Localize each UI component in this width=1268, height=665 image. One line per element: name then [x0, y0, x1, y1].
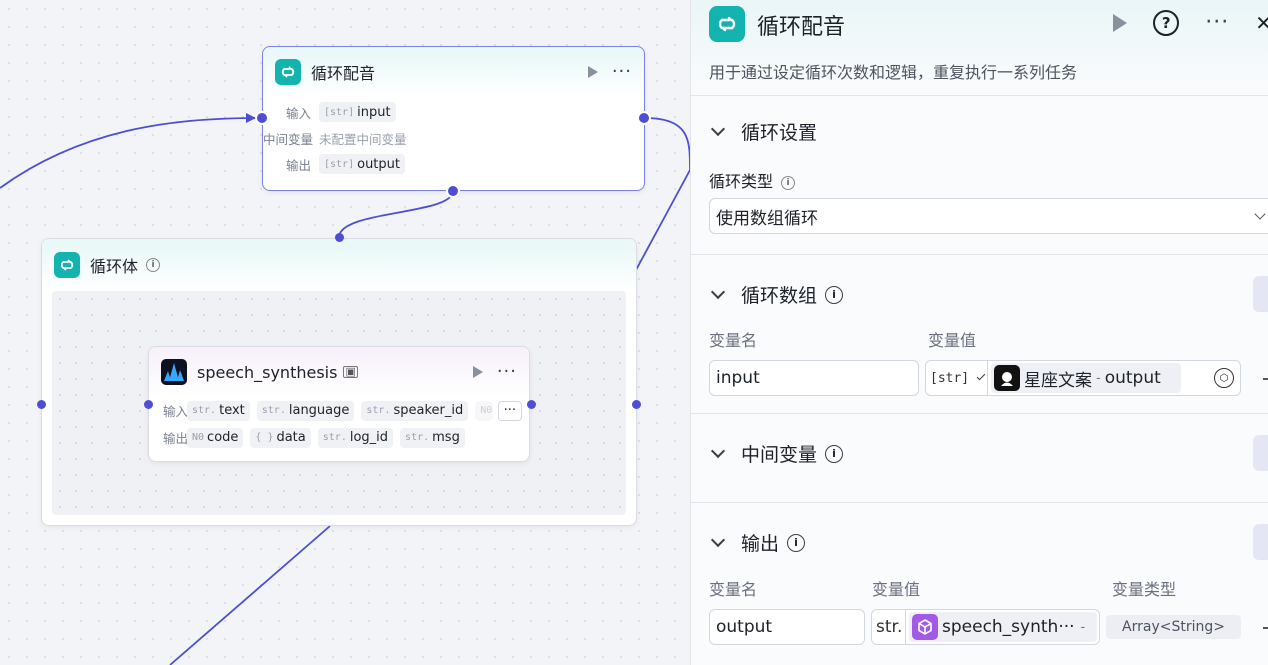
speech-input-port[interactable] [144, 400, 153, 409]
loop-node-title: 循环配音 [311, 64, 376, 83]
speech-synthesis-node[interactable]: speech_synthesis ▣ ··· 输入 str. text str. l… [148, 346, 530, 462]
variable-picker-icon[interactable]: ⬡ [1214, 368, 1234, 388]
info-icon[interactable]: i [781, 175, 796, 190]
panel-title[interactable]: 循环配音 [757, 9, 845, 41]
output-toggle[interactable]: 输出 i [709, 529, 806, 556]
output-param-chip: str. log_id [317, 427, 394, 448]
output-var-type-badge: Array<String> [1106, 615, 1241, 639]
loop-node[interactable]: 循环配音 ··· 输入 [str] input 中间变量 未配置中间变量 输出 [… [262, 46, 645, 191]
info-icon[interactable]: i [825, 444, 844, 463]
info-icon[interactable]: i [787, 533, 806, 552]
loop-node-body-port[interactable] [446, 184, 460, 198]
plugin-cube-icon [912, 614, 938, 640]
speech-output-row: 输出 N0 code { } data str. log_id str. msg [149, 424, 529, 451]
loop-icon [54, 252, 80, 278]
loop-icon [709, 6, 745, 42]
loop-node-input-port[interactable] [255, 111, 269, 125]
loop-body-header: 循环体 i [42, 239, 636, 291]
edge-start-to-loop [0, 117, 257, 189]
output-var-name-input[interactable]: output [709, 609, 865, 645]
mid-vars-toggle[interactable]: 中间变量 i [709, 440, 844, 467]
add-output-button[interactable] [1253, 524, 1268, 560]
loop-node-mid-row: 中间变量 未配置中间变量 [263, 131, 407, 147]
array-var-name-input[interactable]: input [709, 360, 919, 396]
close-icon[interactable]: ✕ [1255, 11, 1268, 35]
loop-node-input-row: 输入 [str] input [263, 99, 644, 125]
node-config-panel: 循环配音 ? ··· ✕ 用于通过设定循环次数和逻辑，重复执行一系列任务 循环设… [690, 0, 1268, 665]
variable-reference-chip[interactable]: 星座文案 - output [991, 363, 1181, 393]
speech-node-header: speech_synthesis ▣ ··· [149, 347, 529, 397]
output-param-chip: [str] output [319, 154, 405, 174]
panel-header: 循环配音 ? ··· ✕ 用于通过设定循环次数和逻辑，重复执行一系列任务 [691, 0, 1268, 96]
loop-array-section: 循环数组 i 变量名 变量值 input [str] 星座文案 - output… [691, 255, 1268, 414]
edge-body-to-bottom [169, 525, 331, 665]
input-param-chip: str. text [187, 400, 250, 421]
input-param-chip: str. language [256, 400, 355, 421]
loop-body-start-port[interactable] [37, 400, 46, 409]
input-param-chip: str. speaker_id [361, 400, 469, 421]
speech-synthesis-icon [161, 359, 187, 385]
output-param-chip: str. msg [400, 427, 465, 448]
loop-body-top-port[interactable] [335, 233, 344, 242]
bot-avatar-icon [994, 365, 1020, 391]
add-array-button[interactable] [1253, 276, 1268, 312]
more-icon[interactable]: ··· [1205, 12, 1229, 34]
info-icon[interactable]: i [825, 285, 844, 304]
mid-vars-section: 中间变量 i [691, 414, 1268, 503]
run-node-icon[interactable] [587, 66, 598, 78]
remove-icon[interactable] [1263, 378, 1268, 380]
chevron-down-icon [976, 371, 986, 381]
speech-output-port[interactable] [527, 400, 536, 409]
input-param-chip: N0sp [475, 400, 493, 421]
edge-loop-to-body [338, 190, 454, 238]
loop-array-toggle[interactable]: 循环数组 i [709, 281, 844, 308]
add-mid-var-button[interactable] [1253, 435, 1268, 471]
more-params-button[interactable]: ··· [497, 400, 522, 421]
more-icon[interactable]: ··· [612, 63, 632, 81]
help-icon[interactable]: ? [1153, 10, 1180, 36]
loop-body-end-port[interactable] [632, 400, 641, 409]
type-select[interactable]: [str] [926, 361, 988, 395]
panel-description: 用于通过设定循环次数和逻辑，重复执行一系列任务 [709, 63, 1078, 82]
output-param-chip: N0 code [187, 427, 244, 448]
input-param-chip: [str] input [319, 102, 396, 122]
chevron-down-icon[interactable] [710, 284, 726, 299]
chevron-down-icon[interactable] [710, 443, 726, 458]
type-select[interactable]: str. [872, 610, 906, 644]
chevron-down-icon [1254, 208, 1266, 220]
workflow-canvas[interactable]: 循环配音 ··· 输入 [str] input 中间变量 未配置中间变量 输出 [… [0, 0, 690, 665]
array-var-value-field[interactable]: [str] 星座文案 - output ⬡ [925, 360, 1241, 396]
speech-node-title: speech_synthesis [197, 362, 338, 382]
output-section: 输出 i 变量名 变量值 变量类型 output str. speech_syn… [691, 503, 1268, 665]
run-node-icon[interactable] [472, 366, 483, 378]
more-icon[interactable]: ··· [497, 363, 517, 381]
loop-settings-section: 循环设置 循环类型 i 使用数组循环 [691, 96, 1268, 255]
loop-icon [275, 59, 301, 85]
chevron-down-icon[interactable] [710, 121, 726, 136]
plugin-icon: ▣ [343, 365, 358, 378]
run-node-icon[interactable] [1113, 14, 1128, 32]
loop-type-select[interactable]: 使用数组循环 [709, 198, 1268, 234]
loop-settings-toggle[interactable]: 循环设置 [709, 118, 817, 145]
loop-node-header: 循环配音 ··· [263, 47, 644, 97]
output-param-chip: { } data [250, 427, 311, 448]
output-var-value-field[interactable]: str. speech_synth··· - [871, 609, 1100, 645]
loop-type-label: 循环类型 i [709, 168, 796, 192]
speech-input-row: 输入 str. text str. language str. speaker_id … [149, 397, 529, 424]
info-icon[interactable]: i [146, 258, 161, 272]
loop-body-title: 循环体 [90, 257, 139, 276]
remove-icon[interactable] [1263, 627, 1268, 629]
loop-node-output-row: 输出 [str] output [263, 151, 644, 177]
chevron-down-icon[interactable] [710, 532, 726, 547]
loop-node-output-port[interactable] [637, 111, 651, 125]
variable-reference-chip[interactable]: speech_synth··· - [909, 612, 1097, 642]
